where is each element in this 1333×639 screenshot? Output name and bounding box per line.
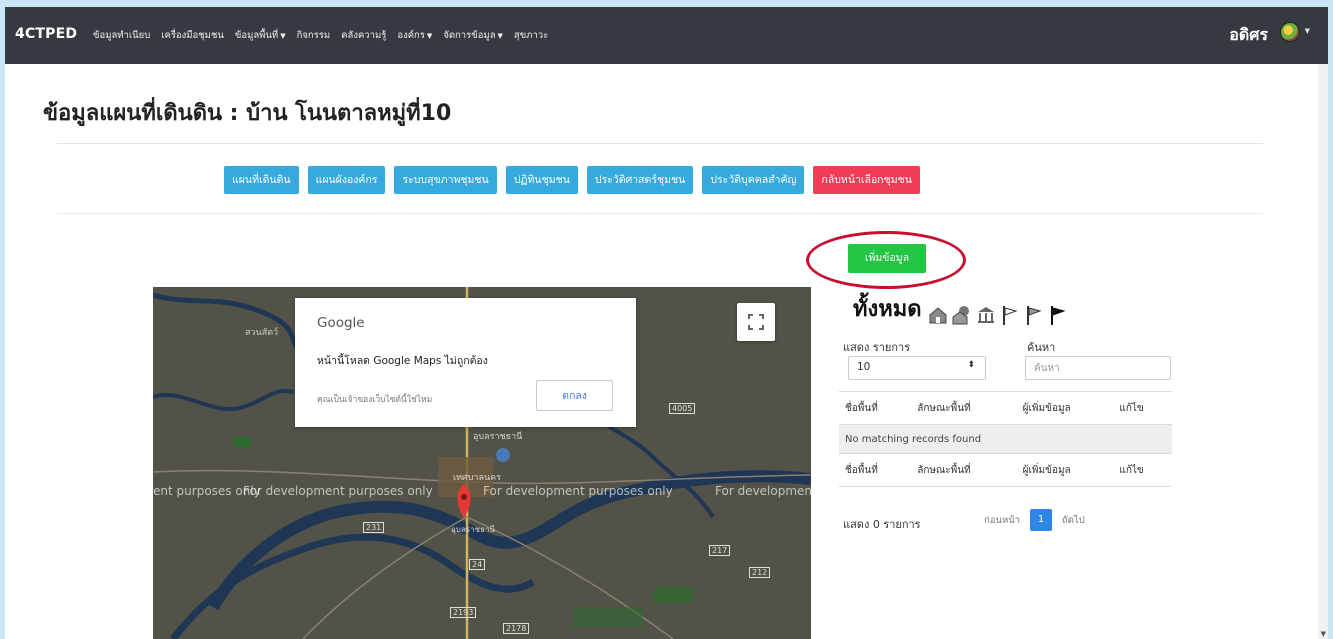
table-row: No matching records found: [839, 424, 1172, 454]
search-input[interactable]: ค้นหา: [1025, 356, 1171, 380]
divider: [57, 213, 1263, 214]
prev-page-button[interactable]: ก่อนหน้า: [984, 513, 1020, 528]
nav-item-area-data[interactable]: ข้อมูลพื้นที่ ▼: [235, 28, 286, 43]
page-size-value: 10: [857, 361, 871, 373]
caret-down-icon: ▼: [426, 32, 433, 40]
map-label: อุบลราชธานี: [473, 432, 523, 442]
back-to-community-button[interactable]: กลับหน้าเลือกชุมชน: [813, 166, 920, 194]
community-health-button[interactable]: ระบบสุขภาพชุมชน: [394, 166, 497, 194]
nav-item-community-tools[interactable]: เครื่องมือชุมชน: [161, 28, 224, 43]
dialog-ok-button[interactable]: ตกลง: [536, 380, 613, 411]
table-footer-row: ชื่อพื้นที่ ลักษณะพื้นที่ ผู้เพิ่มข้อมูล…: [839, 453, 1172, 487]
flag-outline-icon: [1002, 306, 1018, 325]
navbar: 4CTPED ข้อมูลทำเนียบ เครื่องมือชุมชน ข้อ…: [5, 7, 1328, 64]
column-footer: ผู้เพิ่มข้อมูล: [1016, 453, 1114, 487]
road-shield: 24: [469, 559, 486, 570]
map-label: อุบลราชธานี: [451, 525, 495, 534]
org-chart-button[interactable]: แผนผังองค์กร: [307, 166, 386, 194]
google-map[interactable]: สวนสัตว์ อุบลราชธานี เทศบาลนคร อุบลราชธา…: [153, 287, 811, 639]
search-label: ค้นหา: [1027, 341, 1056, 354]
nav-item-wellbeing[interactable]: สุขภาวะ: [514, 28, 548, 43]
summary-header: ทั้งหมด: [853, 291, 1068, 326]
user-caret-icon[interactable]: ▼: [1305, 27, 1310, 35]
nav-item-knowledge[interactable]: คลังความรู้: [341, 28, 386, 43]
map-label: เทศบาลนคร: [453, 473, 502, 483]
house-tree-icon: [952, 306, 969, 325]
nav-item-organization[interactable]: องค์กร ▼: [397, 28, 432, 43]
column-header[interactable]: ชื่อพื้นที่: [839, 391, 912, 425]
records-table: ชื่อพื้นที่ ลักษณะพื้นที่ ผู้เพิ่มข้อมูล…: [839, 391, 1172, 487]
page-size-select[interactable]: 10 ⬍: [848, 356, 986, 380]
table-header-row: ชื่อพื้นที่ ลักษณะพื้นที่ ผู้เพิ่มข้อมูล…: [839, 391, 1172, 425]
section-buttons: แผนที่เดินดิน แผนผังองค์กร ระบบสุขภาพชุม…: [224, 166, 929, 194]
column-header[interactable]: ผู้เพิ่มข้อมูล: [1016, 391, 1114, 425]
column-footer: ชื่อพื้นที่: [839, 453, 912, 487]
road-shield: 2193: [450, 607, 477, 618]
caret-down-icon: ▼: [497, 32, 503, 40]
browser-frame: 4CTPED ข้อมูลทำเนียบ เครื่องมือชุมชน ข้อ…: [5, 7, 1328, 639]
key-person-button[interactable]: ประวัติบุคคลสำคัญ: [702, 166, 805, 194]
scrollbar[interactable]: ▼: [1318, 64, 1328, 639]
dev-watermark: For development purposes only: [243, 484, 433, 498]
community-history-button[interactable]: ประวัติศาสตร์ชุมชน: [586, 166, 694, 194]
flag-gray-icon: [1026, 306, 1042, 325]
divider: [57, 143, 1263, 144]
column-footer: แก้ไข: [1113, 453, 1172, 487]
map-label: สวนสัตว์: [245, 328, 279, 338]
nav-item-manage-data[interactable]: จัดการข้อมูล ▼: [443, 28, 503, 43]
nav-item-activities[interactable]: กิจกรรม: [297, 28, 331, 43]
walking-map-button[interactable]: แผนที่เดินดิน: [224, 166, 299, 194]
brand-link[interactable]: 4CTPED: [15, 26, 77, 42]
road-shield: 231: [363, 522, 385, 533]
summary-title: ทั้งหมด: [853, 297, 922, 322]
page-button-1[interactable]: 1: [1030, 509, 1053, 531]
highlight-circle: [806, 231, 966, 289]
next-page-button[interactable]: ถัดไป: [1062, 513, 1085, 528]
nav-menu: ข้อมูลทำเนียบ เครื่องมือชุมชน ข้อมูลพื้น…: [93, 28, 559, 43]
page-title: ข้อมูลแผนที่เดินดิน : บ้าน โนนตาลหมู่ที่…: [43, 101, 452, 126]
column-footer: ลักษณะพื้นที่: [911, 453, 1017, 487]
column-header[interactable]: ลักษณะพื้นที่: [911, 391, 1017, 425]
dialog-message: หน้านี้โหลด Google Maps ไม่ถูกต้อง: [317, 355, 488, 367]
house-icon: [929, 307, 947, 324]
dialog-question: คุณเป็นเจ้าของเว็บไซต์นี้ใช่ไหม: [317, 395, 433, 405]
community-calendar-button[interactable]: ปฏิทินชุมชน: [505, 166, 578, 194]
google-logo: Google: [317, 315, 365, 331]
road-shield: 2178: [503, 623, 530, 634]
page-size-label: แสดง รายการ: [843, 341, 911, 354]
dev-watermark: For development purposes only: [483, 484, 673, 498]
google-maps-error-dialog: Google หน้านี้โหลด Google Maps ไม่ถูกต้อ…: [295, 298, 636, 427]
user-name[interactable]: อดิศร: [1229, 23, 1268, 48]
scroll-down-icon[interactable]: ▼: [1321, 630, 1326, 638]
road-shield: 4005: [669, 403, 696, 414]
road-shield: 212: [749, 567, 771, 578]
pagination: ก่อนหน้า 1 ถัดไป: [984, 509, 1085, 531]
flag-black-icon: [1050, 306, 1066, 325]
empty-message: No matching records found: [839, 424, 1172, 454]
table-info: แสดง 0 รายการ: [843, 518, 921, 531]
fullscreen-icon: [748, 314, 764, 330]
column-header[interactable]: แก้ไข: [1113, 391, 1172, 425]
caret-down-icon: ▼: [280, 32, 286, 40]
user-avatar[interactable]: [1280, 22, 1300, 42]
dev-watermark: For development purposes only: [715, 484, 811, 498]
road-shield: 217: [709, 545, 731, 556]
temple-icon: [977, 307, 994, 323]
nav-item-directory[interactable]: ข้อมูลทำเนียบ: [93, 28, 150, 43]
fullscreen-button[interactable]: [737, 303, 775, 341]
select-arrows-icon: ⬍: [967, 360, 975, 370]
